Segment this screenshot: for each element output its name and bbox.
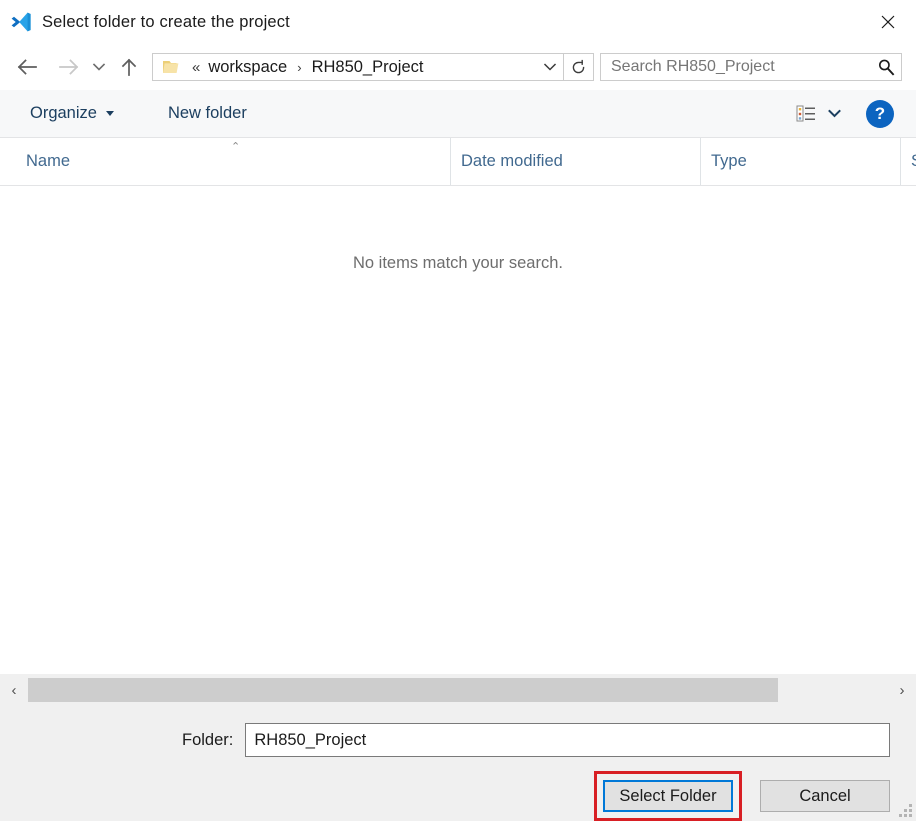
- column-header-date-modified[interactable]: Date modified: [450, 138, 700, 185]
- scrollbar-thumb[interactable]: [28, 678, 778, 702]
- column-label-name: Name: [26, 152, 71, 170]
- title-bar: Select folder to create the project: [0, 0, 916, 44]
- breadcrumb-item-workspace[interactable]: workspace: [204, 56, 291, 79]
- new-folder-button[interactable]: New folder: [162, 100, 253, 127]
- new-folder-label: New folder: [167, 104, 247, 122]
- forward-arrow-icon: [59, 59, 79, 75]
- up-arrow-icon: [121, 58, 137, 76]
- help-button[interactable]: ?: [866, 99, 894, 128]
- breadcrumb: « workspace › RH850_Project: [188, 56, 537, 79]
- organize-label: Organize: [30, 104, 97, 122]
- column-header-name[interactable]: ⌃ Name: [0, 138, 450, 185]
- back-arrow-icon: [17, 59, 37, 75]
- back-button[interactable]: [12, 52, 42, 82]
- column-header-type[interactable]: Type: [700, 138, 900, 185]
- chevron-down-icon: [543, 63, 557, 71]
- column-label-size: S: [911, 152, 916, 171]
- resize-grip[interactable]: [898, 803, 912, 817]
- organize-button[interactable]: Organize: [24, 100, 120, 127]
- scroll-left-button[interactable]: ‹: [0, 674, 28, 706]
- breadcrumb-item-rh850-project[interactable]: RH850_Project: [308, 56, 428, 79]
- navigation-bar: « workspace › RH850_Project: [0, 44, 916, 90]
- view-dropdown-button[interactable]: [822, 109, 846, 118]
- vscode-logo-icon: [11, 12, 31, 32]
- breadcrumb-separator[interactable]: ›: [291, 60, 307, 75]
- select-folder-dialog: Select folder to create the project « wo…: [0, 0, 916, 821]
- scrollbar-track[interactable]: [28, 674, 888, 706]
- forward-button[interactable]: [54, 52, 84, 82]
- dialog-footer: Folder: Select Folder Cancel: [0, 706, 916, 821]
- column-header-size[interactable]: S: [900, 138, 916, 185]
- refresh-icon: [572, 59, 585, 73]
- breadcrumb-dropdown-button[interactable]: [537, 54, 563, 80]
- chevron-down-icon: [92, 63, 106, 71]
- empty-state-message: No items match your search.: [353, 254, 563, 272]
- close-button[interactable]: [860, 0, 916, 44]
- command-bar: Organize New folder ?: [0, 90, 916, 138]
- cancel-button-wrap: Cancel: [760, 780, 890, 812]
- refresh-button[interactable]: [564, 53, 594, 81]
- column-label-date-modified: Date modified: [461, 152, 563, 170]
- cancel-button[interactable]: Cancel: [760, 780, 890, 812]
- select-folder-highlight: Select Folder: [594, 771, 742, 821]
- column-label-type: Type: [711, 152, 747, 170]
- close-icon: [881, 15, 895, 29]
- horizontal-scrollbar[interactable]: ‹ ›: [0, 674, 916, 706]
- dialog-button-row: Select Folder Cancel: [0, 757, 916, 821]
- help-label: ?: [874, 103, 886, 123]
- select-folder-button[interactable]: Select Folder: [603, 780, 733, 812]
- column-header-row: ⌃ Name Date modified Type S: [0, 138, 916, 186]
- folder-field-row: Folder:: [0, 706, 916, 757]
- up-one-level-button[interactable]: [114, 52, 144, 82]
- folder-icon: [163, 61, 179, 73]
- sort-ascending-icon: ⌃: [231, 141, 241, 153]
- chevron-down-icon: [105, 111, 114, 116]
- search-icon: [879, 59, 895, 76]
- recent-locations-button[interactable]: [88, 52, 110, 82]
- folder-input[interactable]: [245, 723, 890, 757]
- search-input[interactable]: [601, 58, 871, 76]
- file-list[interactable]: No items match your search.: [0, 186, 916, 674]
- chevron-down-icon: [827, 109, 841, 118]
- scroll-right-button[interactable]: ›: [888, 674, 916, 706]
- search-box[interactable]: [600, 53, 902, 81]
- search-button[interactable]: [871, 58, 901, 76]
- dialog-title: Select folder to create the project: [42, 12, 290, 31]
- breadcrumb-overflow[interactable]: «: [188, 59, 204, 76]
- breadcrumb-bar[interactable]: « workspace › RH850_Project: [152, 53, 564, 81]
- change-view-button[interactable]: [792, 100, 822, 128]
- list-view-icon: [796, 105, 815, 121]
- folder-label: Folder:: [182, 730, 234, 749]
